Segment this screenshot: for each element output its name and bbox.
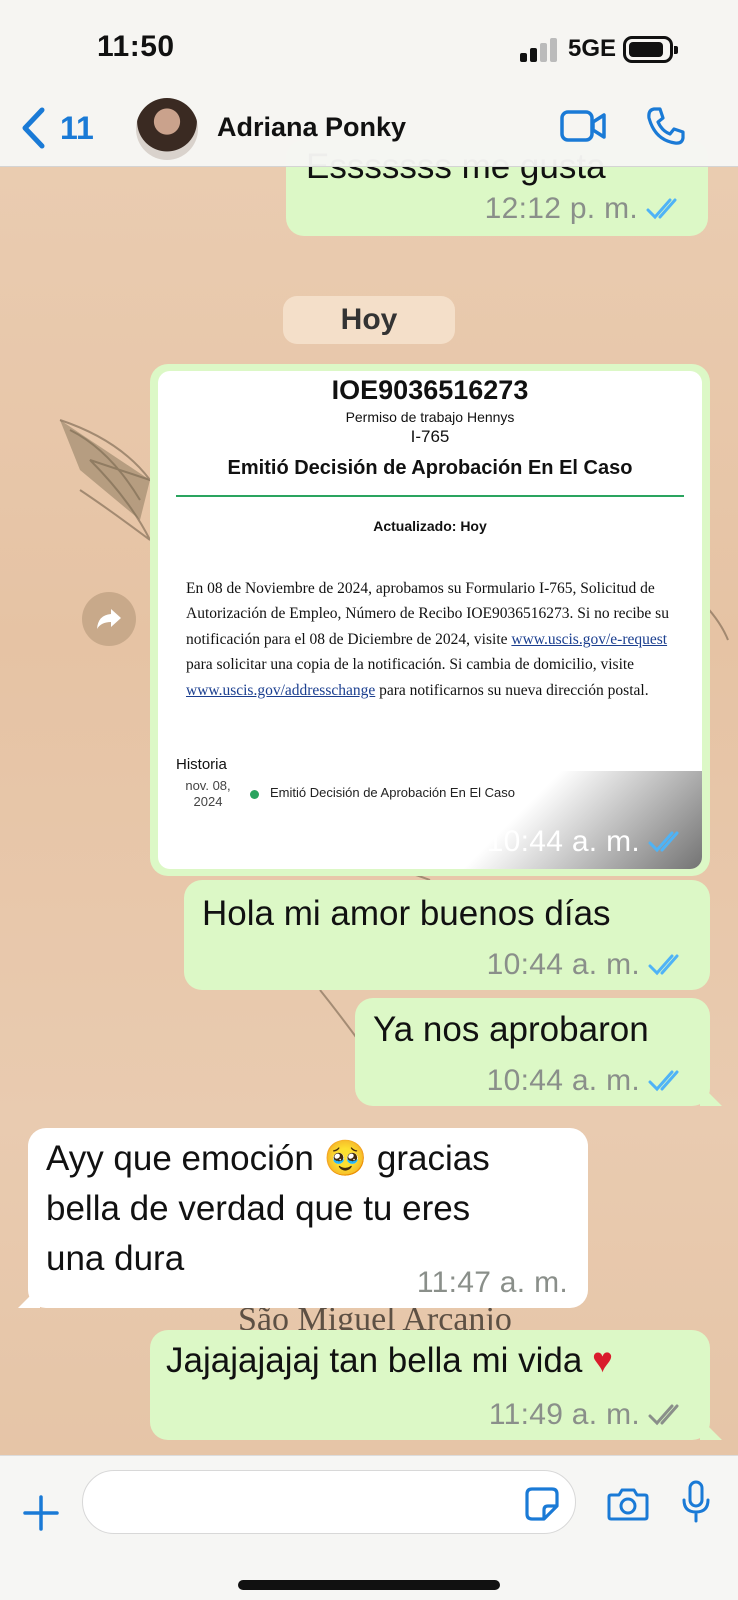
message-text: Jajajajajaj tan bella mi vida ♥ <box>166 1341 613 1380</box>
phone-icon[interactable] <box>645 106 685 146</box>
updated-label: Actualizado: Hoy <box>373 518 487 534</box>
message-input[interactable] <box>82 1470 576 1534</box>
forward-button[interactable] <box>82 592 136 646</box>
delivered-double-check-icon <box>648 1404 679 1426</box>
network-type: 5GE <box>568 35 617 62</box>
read-double-check-icon <box>648 831 679 853</box>
read-double-check-icon <box>648 954 679 976</box>
message-bubble[interactable]: Hola mi amor buenos días 10:44 a. m. <box>184 880 710 990</box>
chat-header: 11:50 5GE 11 Adriana Ponky <box>0 0 738 167</box>
message-meta: 10:44 a. m. <box>487 948 688 982</box>
message-text: Hola mi amor buenos días <box>202 894 611 933</box>
message-meta: 10:44 a. m. <box>487 825 688 859</box>
compose-bar <box>0 1455 738 1600</box>
avatar[interactable] <box>136 98 198 160</box>
message-meta: 10:44 a. m. <box>487 1064 688 1098</box>
message-time: 10:44 a. m. <box>486 1064 640 1097</box>
case-status-screenshot[interactable]: IOE9036516273 Permiso de trabajo Hennys … <box>158 371 702 869</box>
message-time: 10:44 a. m. <box>486 948 640 981</box>
status-time: 11:50 <box>97 30 175 63</box>
forward-icon <box>97 609 121 629</box>
message-bubble[interactable]: Jajajajajaj tan bella mi vida ♥ 11:49 a.… <box>150 1330 722 1440</box>
plus-icon[interactable] <box>22 1494 60 1532</box>
divider <box>176 495 684 497</box>
message-time: 10:44 a. m. <box>486 825 640 858</box>
date-divider: Hoy <box>283 296 455 344</box>
camera-icon[interactable] <box>607 1486 649 1522</box>
status-dot-icon <box>250 790 259 799</box>
address-change-link[interactable]: www.uscis.gov/addresschange <box>186 682 375 699</box>
case-decision: Emitió Decisión de Aprobación En El Caso <box>227 457 633 479</box>
home-indicator <box>238 1580 500 1590</box>
message-time: 11:49 a. m. <box>488 1398 640 1431</box>
history-title: Historia <box>176 756 227 773</box>
message-time: 12:12 p. m. <box>484 192 638 225</box>
history-date: nov. 08, 2024 <box>185 778 231 809</box>
message-time: 11:47 a. m. <box>416 1266 568 1299</box>
message-bubble[interactable]: Ya nos aprobaron 10:44 a. m. <box>355 998 722 1106</box>
case-description: En 08 de Noviembre de 2024, aprobamos su… <box>186 580 669 699</box>
contact-name[interactable]: Adriana Ponky <box>217 112 406 143</box>
sticker-icon[interactable] <box>524 1486 560 1522</box>
heart-emoji: ♥ <box>592 1341 613 1380</box>
read-double-check-icon <box>646 198 677 220</box>
message-bubble[interactable]: Ayy que emoción 🥹 gracias bella de verda… <box>18 1128 588 1308</box>
message-text: Ayy que emoción 🥹 gracias bella de verda… <box>46 1139 490 1278</box>
case-subtitle: Permiso de trabajo Hennys <box>345 409 515 425</box>
message-meta: 11:47 a. m. <box>417 1266 568 1300</box>
case-id: IOE9036516273 <box>331 375 529 405</box>
back-button[interactable]: 11 <box>20 104 94 152</box>
e-request-link[interactable]: www.uscis.gov/e-request <box>511 631 667 648</box>
read-double-check-icon <box>648 1070 679 1092</box>
video-call-icon[interactable] <box>560 109 606 143</box>
chevron-left-icon <box>22 107 45 149</box>
cellular-signal-icon <box>520 38 558 62</box>
message-meta: 12:12 p. m. <box>485 192 686 226</box>
message-text: Ya nos aprobaron <box>373 1010 649 1049</box>
unread-count: 11 <box>60 109 94 146</box>
message-meta: 11:49 a. m. <box>489 1398 688 1432</box>
battery-icon <box>623 36 678 63</box>
microphone-icon[interactable] <box>680 1480 712 1524</box>
form-number: I-765 <box>410 427 450 446</box>
